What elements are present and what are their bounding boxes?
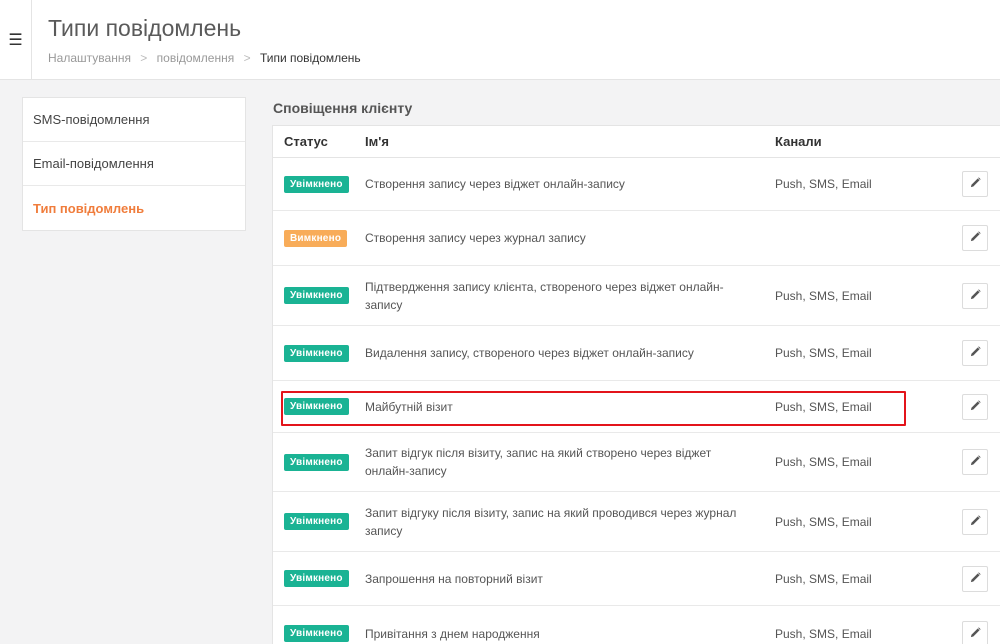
notification-name: Запит відгук після візиту, запис на який… [365, 446, 712, 478]
edit-cell [962, 620, 988, 644]
pencil-icon [970, 346, 981, 360]
notification-name: Майбутній візит [365, 399, 453, 414]
status-badge: Увімкнено [284, 175, 349, 193]
edit-button[interactable] [962, 282, 988, 309]
column-header-status: Статус [284, 134, 328, 149]
status-badge: Увімкнено [284, 344, 349, 362]
page-title: Типи повідомлень [48, 15, 242, 41]
status-cell: Увімкнено [284, 344, 349, 362]
table-row: Увімкнено Майбутній візит Push, SMS, Email [273, 381, 1000, 433]
edit-button[interactable] [962, 393, 988, 420]
breadcrumb-separator: > [140, 51, 148, 65]
pencil-icon [970, 177, 981, 191]
column-header-name: Ім'я [365, 133, 389, 149]
hamburger-icon[interactable]: ☰ [0, 0, 32, 80]
channels-cell: Push, SMS, Email [775, 571, 872, 586]
sidebar-item-notification-types[interactable]: Тип повідомлень [23, 186, 245, 230]
edit-button[interactable] [962, 340, 988, 366]
notification-name: Привітання з днем народження [365, 626, 540, 641]
table-header: Статус Ім'я Канали [273, 126, 1000, 158]
pencil-icon [970, 626, 981, 641]
status-badge: Увімкнено [284, 513, 349, 530]
edit-button[interactable] [962, 225, 988, 251]
status-badge: Увімкнено [284, 287, 349, 304]
notification-name: Створення запису через журнал запису [365, 231, 586, 245]
status-cell: Увімкнено [284, 287, 349, 304]
edit-button[interactable] [962, 508, 988, 535]
status-cell: Увімкнено [284, 453, 349, 471]
channels-cell: Push, SMS, Email [775, 455, 872, 469]
notification-name: Запит відгуку після візиту, запис на яки… [365, 505, 737, 538]
pencil-icon [970, 571, 981, 586]
edit-cell [962, 508, 988, 535]
channels-cell: Push, SMS, Email [775, 346, 872, 360]
notification-name: Створення запису через віджет онлайн-зап… [365, 177, 625, 191]
pencil-icon [970, 455, 981, 469]
table-row: Увімкнено Привітання з днем народження Pus… [273, 606, 1000, 644]
edit-button[interactable] [962, 449, 988, 475]
sidebar-item-email[interactable]: Email-повідомлення [23, 142, 245, 186]
edit-button[interactable] [962, 565, 988, 592]
breadcrumb-current: Типи повідомлень [259, 51, 361, 65]
breadcrumb-separator: > [243, 51, 251, 65]
channels-cell: Push, SMS, Email [775, 626, 872, 641]
breadcrumb-notifications[interactable]: повідомлення [157, 51, 235, 65]
status-badge: Увімкнено [284, 453, 349, 471]
status-cell: Увімкнено [284, 625, 349, 642]
channels-cell: Push, SMS, Email [775, 177, 872, 191]
table-row: Увімкнено Запрошення на повторний візит Pu… [273, 552, 1000, 606]
table-row: Увімкнено Запит відгук після візиту, запи… [273, 433, 1000, 492]
channels-cell: Push, SMS, Email [775, 514, 872, 529]
notifications-table: Статус Ім'я Канали Увімкнено Створення за… [272, 125, 1000, 644]
channels-cell: Push, SMS, Email [775, 399, 872, 414]
breadcrumb-settings[interactable]: Налаштування [48, 51, 131, 65]
edit-cell [962, 449, 988, 475]
edit-cell [962, 225, 988, 251]
status-badge: Увімкнено [284, 570, 349, 587]
pencil-icon [970, 514, 981, 529]
edit-button[interactable] [962, 171, 988, 197]
edit-cell [962, 282, 988, 309]
edit-cell [962, 340, 988, 366]
status-badge: Вимкнено [284, 229, 348, 247]
column-header-channels: Канали [775, 134, 822, 149]
edit-button[interactable] [962, 620, 988, 644]
edit-cell [962, 565, 988, 592]
table-row: Увімкнено Створення запису через віджет о… [273, 158, 1000, 211]
status-cell: Увімкнено [284, 513, 349, 530]
section-title: Сповіщення клієнту [273, 100, 413, 116]
sidebar: SMS-повідомлення Email-повідомлення Тип … [22, 97, 246, 231]
table-row: Увімкнено Підтвердження запису клієнта, с… [273, 266, 1000, 326]
channels-cell: Push, SMS, Email [775, 288, 872, 303]
notification-name: Запрошення на повторний візит [365, 571, 543, 586]
status-cell: Увімкнено [284, 175, 349, 193]
notification-name: Видалення запису, створеного через відже… [365, 346, 694, 360]
breadcrumb: Налаштування > повідомлення > Типи повід… [48, 51, 361, 65]
pencil-icon [970, 399, 981, 414]
status-cell: Увімкнено [284, 570, 349, 587]
edit-cell [962, 171, 988, 197]
edit-cell [962, 393, 988, 420]
top-header: ☰ Типи повідомлень Налаштування > повідо… [0, 0, 1000, 80]
status-cell: Увімкнено [284, 398, 349, 415]
pencil-icon [970, 231, 981, 245]
table-row: Вимкнено Створення запису через журнал за… [273, 211, 1000, 266]
notification-name: Підтвердження запису клієнта, створеного… [365, 279, 724, 312]
table-row: Увімкнено Запит відгуку після візиту, зап… [273, 492, 1000, 552]
table-row: Увімкнено Видалення запису, створеного че… [273, 326, 1000, 381]
status-badge: Увімкнено [284, 398, 349, 415]
status-cell: Вимкнено [284, 229, 348, 247]
pencil-icon [970, 288, 981, 303]
sidebar-item-sms[interactable]: SMS-повідомлення [23, 98, 245, 142]
status-badge: Увімкнено [284, 625, 349, 642]
